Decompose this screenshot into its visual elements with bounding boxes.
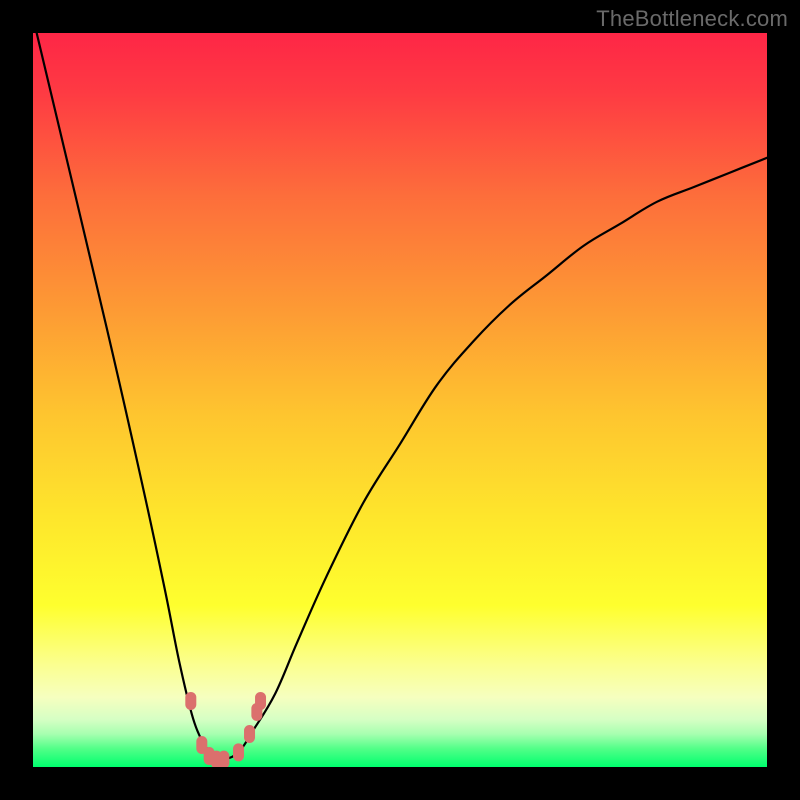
data-marker (244, 725, 255, 743)
chart-frame: TheBottleneck.com (0, 0, 800, 800)
data-marker (255, 692, 266, 710)
watermark-text: TheBottleneck.com (596, 6, 788, 32)
plot-area (33, 33, 767, 767)
data-marker (185, 692, 196, 710)
curve-layer (33, 33, 767, 767)
data-marker (233, 743, 244, 761)
data-marker (218, 751, 229, 767)
bottleneck-curve (37, 33, 767, 761)
